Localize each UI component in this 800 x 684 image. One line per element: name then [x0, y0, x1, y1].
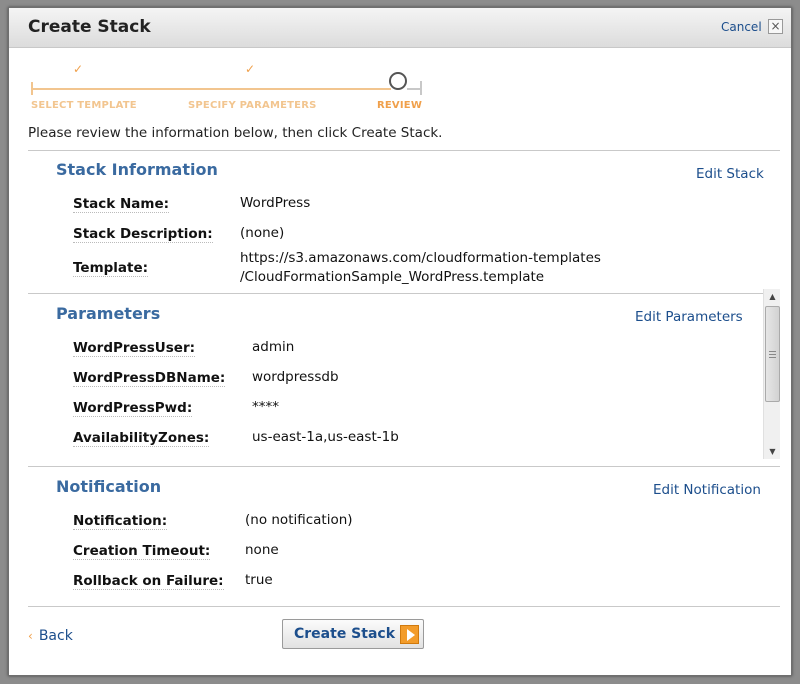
dialog-title: Create Stack [28, 17, 151, 37]
divider [28, 293, 780, 294]
template-url-line2: /CloudFormationSample_WordPress.template [240, 269, 545, 285]
play-arrow-icon [400, 625, 419, 644]
template-label: Template: [73, 260, 149, 277]
close-icon[interactable]: × [768, 19, 783, 34]
back-label: Back [38, 628, 73, 644]
param-wordpressdbname-label: WordPressDBName: [73, 370, 226, 387]
create-stack-dialog: Create Stack Cancel × ✓ ✓ SELECT TEMPLAT… [8, 7, 792, 676]
stack-description-value: (none) [240, 225, 285, 241]
grip-icon [769, 351, 776, 358]
parameters-scrollbar[interactable]: ▲ ▼ [763, 289, 780, 459]
progress-end-tick [420, 81, 422, 95]
template-url-line1: https://s3.amazonaws.com/cloudformation-… [240, 250, 601, 266]
dialog-header: Create Stack Cancel × [9, 8, 791, 48]
stack-information-title: Stack Information [56, 160, 218, 179]
check-icon: ✓ [73, 62, 84, 76]
cancel-link[interactable]: Cancel [721, 20, 762, 34]
scrollbar-thumb[interactable] [765, 306, 780, 402]
step-review: REVIEW [377, 100, 423, 111]
scroll-down-icon[interactable]: ▼ [764, 444, 781, 459]
param-wordpresspwd-label: WordPressPwd: [73, 400, 193, 417]
wizard-progress: ✓ ✓ SELECT TEMPLATE SPECIFY PARAMETERS R… [9, 48, 791, 118]
step-select-template: SELECT TEMPLATE [31, 100, 137, 111]
param-wordpressuser-value: admin [252, 339, 295, 355]
edit-parameters-link[interactable]: Edit Parameters [635, 309, 743, 325]
rollback-on-failure-label: Rollback on Failure: [73, 573, 224, 590]
step-specify-parameters: SPECIFY PARAMETERS [188, 100, 317, 111]
stack-description-label: Stack Description: [73, 226, 213, 243]
chevron-left-icon: ‹ [28, 629, 33, 643]
stack-name-label: Stack Name: [73, 196, 169, 213]
intro-text: Please review the information below, the… [28, 125, 443, 141]
notification-value: (no notification) [245, 512, 353, 528]
notification-label: Notification: [73, 513, 168, 530]
param-availabilityzones-label: AvailabilityZones: [73, 430, 210, 447]
edit-notification-link[interactable]: Edit Notification [653, 482, 761, 498]
progress-line-completed [31, 88, 391, 90]
notification-title: Notification [56, 477, 162, 496]
check-icon: ✓ [245, 62, 256, 76]
divider [28, 150, 780, 151]
creation-timeout-value: none [245, 542, 279, 558]
progress-line-remaining [407, 88, 421, 90]
current-step-circle-icon [389, 72, 407, 90]
parameters-title: Parameters [56, 304, 161, 323]
param-availabilityzones-value: us-east-1a,us-east-1b [252, 429, 399, 445]
param-wordpresspwd-value: **** [252, 399, 279, 415]
divider [28, 606, 780, 607]
create-stack-button[interactable]: Create Stack [282, 619, 424, 649]
param-wordpressdbname-value: wordpressdb [252, 369, 339, 385]
creation-timeout-label: Creation Timeout: [73, 543, 211, 560]
divider [28, 466, 780, 467]
stack-name-value: WordPress [240, 195, 311, 211]
rollback-on-failure-value: true [245, 572, 273, 588]
back-link[interactable]: ‹ Back [28, 628, 73, 644]
scroll-up-icon[interactable]: ▲ [764, 289, 781, 304]
create-stack-label: Create Stack [294, 626, 396, 642]
edit-stack-link[interactable]: Edit Stack [696, 166, 764, 182]
param-wordpressuser-label: WordPressUser: [73, 340, 195, 357]
